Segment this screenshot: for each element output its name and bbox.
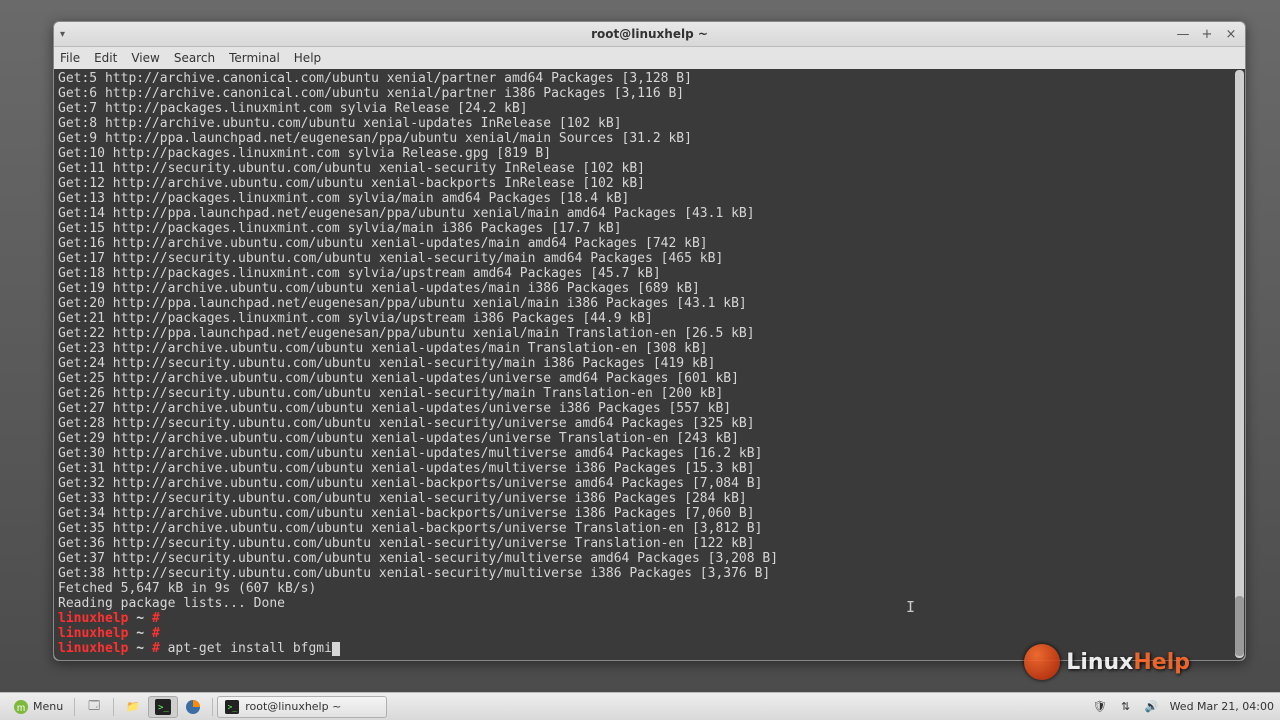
titlebar[interactable]: ▾ root@linuxhelp ~ — + × <box>54 22 1245 47</box>
scrollbar-thumb[interactable] <box>1235 596 1244 656</box>
terminal-icon: >_ <box>224 699 240 715</box>
menubar: File Edit View Search Terminal Help <box>54 47 1245 69</box>
network-icon[interactable]: ⇅ <box>1118 699 1134 715</box>
update-manager-icon[interactable]: 🛡 <box>1092 699 1108 715</box>
desktop-icon: 🗔 <box>86 699 102 715</box>
taskbar-entry-terminal[interactable]: >_ root@linuxhelp ~ <box>217 696 387 718</box>
menu-label: Menu <box>33 700 63 713</box>
terminal-launcher[interactable]: >_ <box>148 696 178 718</box>
terminal-icon: >_ <box>155 699 171 715</box>
taskbar-separator <box>113 698 114 716</box>
menu-help[interactable]: Help <box>294 51 321 65</box>
menu-terminal[interactable]: Terminal <box>229 51 280 65</box>
taskbar-separator <box>212 698 213 716</box>
system-tray: 🛡 ⇅ 🔊 Wed Mar 21, 04:00 <box>1092 699 1274 715</box>
svg-text:>_: >_ <box>158 703 169 713</box>
close-button[interactable]: × <box>1223 27 1239 42</box>
clock[interactable]: Wed Mar 21, 04:00 <box>1170 700 1274 713</box>
files-launcher[interactable]: 📁 <box>118 696 148 718</box>
text-cursor-ibeam-icon: I <box>906 598 915 616</box>
menu-file[interactable]: File <box>60 51 80 65</box>
menu-button[interactable]: m Menu <box>6 696 70 718</box>
window-menu-dropdown-icon[interactable]: ▾ <box>60 29 65 40</box>
terminal-window: ▾ root@linuxhelp ~ — + × File Edit View … <box>53 21 1246 661</box>
volume-icon[interactable]: 🔊 <box>1144 699 1160 715</box>
svg-text:>_: >_ <box>228 702 238 711</box>
mint-logo-icon: m <box>13 699 29 715</box>
taskbar: m Menu 🗔 📁 >_ >_ root@linuxhelp ~ 🛡 ⇅ 🔊 … <box>0 692 1280 720</box>
files-icon: 📁 <box>125 699 141 715</box>
firefox-icon <box>185 699 201 715</box>
show-desktop-button[interactable]: 🗔 <box>79 696 109 718</box>
window-title: root@linuxhelp ~ <box>54 27 1245 41</box>
menu-view[interactable]: View <box>131 51 159 65</box>
maximize-button[interactable]: + <box>1199 27 1215 42</box>
svg-text:m: m <box>17 703 25 714</box>
firefox-launcher[interactable] <box>178 696 208 718</box>
menu-edit[interactable]: Edit <box>94 51 117 65</box>
scrollbar[interactable] <box>1235 70 1244 658</box>
menu-search[interactable]: Search <box>174 51 215 65</box>
taskbar-separator <box>74 698 75 716</box>
taskbar-entry-label: root@linuxhelp ~ <box>245 700 341 713</box>
minimize-button[interactable]: — <box>1175 27 1191 42</box>
terminal-output[interactable]: Get:5 http://archive.canonical.com/ubunt… <box>54 69 1245 660</box>
